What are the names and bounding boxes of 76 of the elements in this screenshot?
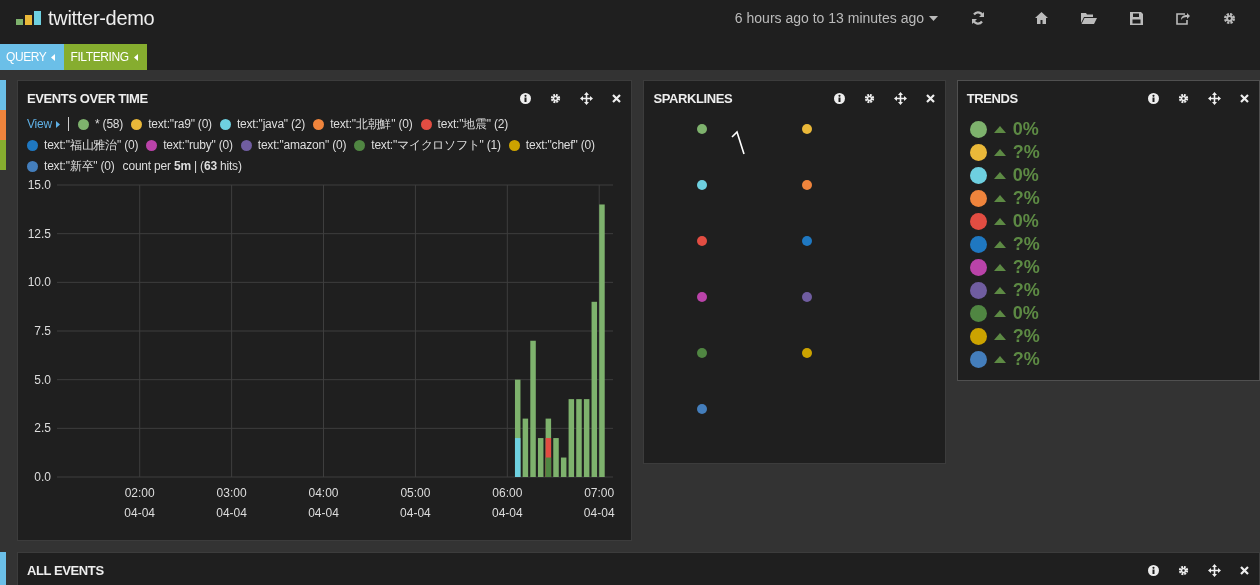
x-tick-label: 04:00 — [308, 486, 339, 500]
info-icon[interactable] — [520, 92, 532, 104]
row-handle[interactable] — [0, 80, 6, 110]
trend-value: 0% — [1012, 119, 1039, 140]
close-icon[interactable] — [1240, 565, 1249, 575]
settings-icon[interactable] — [1223, 11, 1236, 25]
x-tick-label: 04-04 — [491, 506, 523, 520]
y-tick-label: 2.5 — [34, 421, 51, 436]
y-tick-label: 0.0 — [34, 470, 51, 484]
trend-value: 0% — [1012, 165, 1039, 186]
move-icon[interactable] — [580, 91, 594, 105]
home-icon[interactable] — [1035, 12, 1048, 24]
panel-title: ALL EVENTS — [27, 562, 104, 578]
time-range-picker[interactable]: 6 hours ago to 13 minutes ago — [734, 10, 938, 26]
move-icon[interactable] — [1208, 91, 1221, 105]
trend-value: ?% — [1012, 326, 1040, 347]
caret-icon — [133, 53, 138, 61]
x-tick-label: 04-04 — [216, 506, 247, 520]
info-icon[interactable] — [833, 92, 845, 104]
x-tick-label: 07:00 — [584, 486, 615, 500]
move-icon[interactable] — [1208, 563, 1221, 577]
panel-title: EVENTS OVER TIME — [27, 90, 148, 106]
trend-value: ?% — [1012, 188, 1040, 209]
close-icon[interactable] — [612, 93, 622, 103]
trend-value: ?% — [1012, 142, 1040, 163]
hits-summary: count per 5m | (63 hits) — [122, 158, 242, 174]
close-icon[interactable] — [925, 93, 935, 103]
folder-icon[interactable] — [1081, 12, 1097, 24]
logo-icon — [16, 11, 42, 25]
info-icon[interactable] — [1148, 92, 1159, 104]
refresh-icon[interactable] — [971, 11, 985, 25]
trend-value: ?% — [1012, 280, 1040, 301]
trend-value: ?% — [1012, 234, 1040, 255]
panel-title: TRENDS — [966, 90, 1018, 106]
info-icon[interactable] — [1148, 564, 1159, 576]
move-icon[interactable] — [893, 91, 907, 105]
dashboard-title: twitter-demo — [48, 6, 155, 30]
share-icon[interactable] — [1176, 11, 1190, 25]
panel-title: SPARKLINES — [653, 90, 733, 106]
legend-label[interactable]: text:"amazon" (0) — [257, 137, 347, 153]
view-link[interactable]: View — [27, 116, 60, 132]
legend-label[interactable]: text:"マイクロソフト" (1) — [371, 137, 501, 153]
x-tick-label: 04-04 — [583, 506, 615, 520]
save-icon[interactable] — [1130, 11, 1143, 25]
x-tick-label: 04-04 — [124, 506, 156, 520]
y-tick-label: 7.5 — [34, 324, 51, 338]
trend-value: 0% — [1012, 303, 1039, 324]
legend-label[interactable]: text:"新卒" (0) — [44, 158, 115, 174]
x-tick-label: 02:00 — [124, 486, 155, 500]
legend-label[interactable]: text:"java" (2) — [236, 116, 306, 132]
x-tick-label: 03:00 — [216, 486, 247, 500]
trend-value: ?% — [1012, 257, 1040, 278]
y-tick-label: 10.0 — [27, 275, 51, 290]
legend-label[interactable]: text:"福山雅治" (0) — [44, 137, 139, 153]
legend-label[interactable]: * (58) — [95, 116, 124, 132]
row-handle[interactable] — [0, 110, 6, 140]
legend-label[interactable]: text:"北朝鮮" (0) — [330, 116, 413, 132]
row-handle[interactable] — [0, 140, 6, 170]
legend-label[interactable]: text:"chef" (0) — [525, 137, 595, 153]
legend-label[interactable]: text:"ruby" (0) — [163, 137, 233, 153]
y-tick-label: 5.0 — [34, 372, 51, 387]
trend-value: 0% — [1012, 211, 1039, 232]
x-tick-label: 05:00 — [400, 486, 431, 500]
caret-icon — [56, 120, 60, 128]
y-tick-label: 12.5 — [27, 226, 51, 241]
legend-label[interactable]: text:"ra9" (0) — [148, 116, 212, 132]
trend-value: ?% — [1012, 349, 1040, 370]
close-icon[interactable] — [1240, 93, 1249, 103]
legend-label[interactable]: text:"地震" (2) — [437, 116, 509, 132]
x-tick-label: 04-04 — [400, 506, 431, 520]
row-handle[interactable] — [0, 552, 6, 585]
x-tick-label: 04-04 — [308, 506, 339, 520]
caret-icon — [929, 15, 938, 21]
y-tick-label: 15.0 — [27, 178, 51, 192]
caret-icon — [51, 53, 56, 61]
x-tick-label: 06:00 — [492, 486, 523, 500]
